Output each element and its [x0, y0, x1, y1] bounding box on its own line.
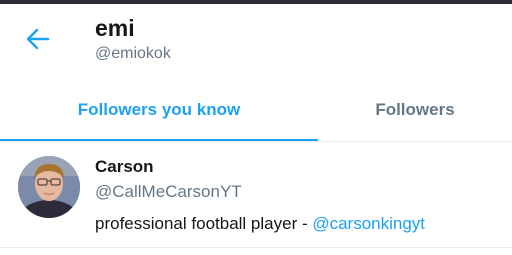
user-handle: @CallMeCarsonYT [95, 182, 242, 201]
profile-handle: @emiokok [95, 45, 171, 62]
user-bio-text: professional football player - [95, 214, 313, 233]
tab-followers-you-know[interactable]: Followers you know [0, 80, 318, 141]
avatar[interactable] [18, 156, 80, 218]
user-bio: professional football player - @carsonki… [95, 213, 425, 235]
tab-bar: Followers you know Followers [0, 80, 512, 142]
bio-mention-link[interactable]: @carsonkingyt [312, 214, 425, 233]
arrow-left-icon [26, 28, 50, 50]
window-top-edge [0, 0, 512, 4]
user-name[interactable]: Carson [95, 156, 154, 178]
tab-followers[interactable]: Followers [318, 80, 512, 140]
back-button[interactable] [22, 24, 54, 54]
profile-name: emi [95, 15, 135, 41]
list-item[interactable]: Carson @CallMeCarsonYT professional foot… [0, 142, 512, 248]
followers-page: emi @emiokok Followers you know Follower… [0, 0, 512, 255]
avatar-image [18, 156, 80, 218]
